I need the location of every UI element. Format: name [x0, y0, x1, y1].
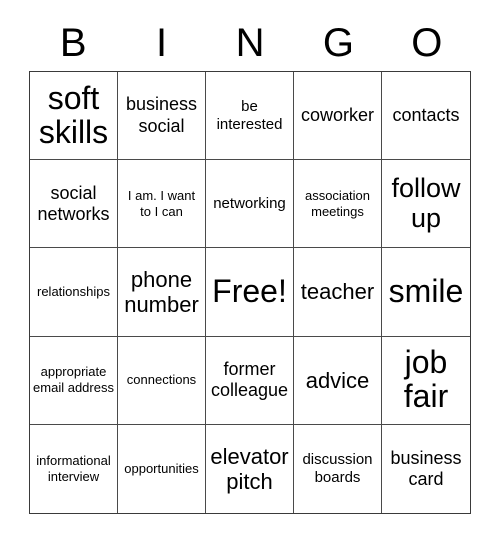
bingo-cell-r3c1[interactable]: relationships — [30, 248, 118, 337]
bingo-cell-r2c1[interactable]: social networks — [30, 160, 118, 249]
bingo-free-label: Free! — [212, 273, 287, 310]
bingo-cell-label: informational interview — [36, 453, 111, 484]
bingo-cell-label: association meetings — [304, 187, 371, 219]
bingo-cell-label: be interested — [216, 97, 283, 133]
bingo-header-letter-i: I — [156, 20, 168, 65]
bingo-header-letter-b: B — [59, 20, 87, 65]
bingo-cell-r4c5[interactable]: job fair — [382, 336, 470, 425]
bingo-cell-r2c2[interactable]: I am. I want to I can — [118, 160, 206, 249]
bingo-cell-r4c4[interactable]: advice — [294, 336, 382, 425]
bingo-cell-label: discussion boards — [302, 450, 373, 486]
bingo-cell-r3c2[interactable]: phone number — [118, 248, 206, 337]
bingo-cell-r4c1[interactable]: appropriate email address — [30, 336, 118, 425]
bingo-cell-r2c5[interactable]: follow up — [382, 160, 470, 249]
bingo-cell-label: I am. I want to I can — [127, 187, 196, 219]
bingo-cell-label: coworker — [300, 104, 375, 125]
bingo-card: B I N G O soft skills business social be… — [0, 0, 500, 544]
bingo-cell-label: social networks — [37, 182, 110, 224]
bingo-cell-r1c2[interactable]: business social — [118, 72, 206, 161]
bingo-cell-r5c4[interactable]: discussion boards — [294, 424, 382, 513]
bingo-cell-label: smile — [388, 273, 464, 310]
bingo-header-letter-o: O — [411, 20, 443, 65]
bingo-cell-label: appropriate email address — [33, 364, 114, 396]
bingo-cell-r5c2[interactable]: opportunities — [118, 424, 206, 513]
bingo-cell-label: soft skills — [38, 79, 109, 150]
bingo-cell-free-space[interactable]: Free! — [206, 248, 294, 337]
bingo-cell-label: business card — [390, 447, 462, 489]
bingo-cell-label: former colleague — [210, 358, 289, 401]
bingo-cell-r5c3[interactable]: elevator pitch — [206, 424, 294, 513]
bingo-cell-label: elevator pitch — [210, 443, 289, 494]
bingo-cell-label: advice — [305, 367, 370, 393]
bingo-cell-label: opportunities — [124, 460, 199, 476]
bingo-cell-r3c4[interactable]: teacher — [294, 248, 382, 337]
bingo-cell-label: teacher — [300, 279, 375, 305]
bingo-header-letter-n: N — [235, 20, 265, 65]
bingo-cell-r1c1[interactable]: soft skills — [30, 72, 118, 161]
bingo-cell-r2c3[interactable]: networking — [206, 160, 294, 249]
bingo-cell-r3c5[interactable]: smile — [382, 248, 470, 337]
bingo-cell-label: relationships — [37, 284, 110, 300]
bingo-cell-label: follow up — [391, 173, 461, 233]
bingo-cell-r4c2[interactable]: connections — [118, 336, 206, 425]
bingo-cell-label: contacts — [392, 104, 460, 125]
bingo-grid: soft skills business social be intereste… — [29, 71, 471, 514]
bingo-cell-r5c1[interactable]: informational interview — [30, 424, 118, 513]
bingo-cell-r2c4[interactable]: association meetings — [294, 160, 382, 249]
bingo-cell-label: business social — [125, 94, 198, 136]
bingo-cell-r1c3[interactable]: be interested — [206, 72, 294, 161]
bingo-cell-label: networking — [213, 194, 286, 212]
bingo-cell-r1c4[interactable]: coworker — [294, 72, 382, 161]
bingo-cell-r4c3[interactable]: former colleague — [206, 336, 294, 425]
bingo-cell-label: job fair — [403, 344, 449, 415]
bingo-cell-r1c5[interactable]: contacts — [382, 72, 470, 161]
bingo-header-row: B I N G O — [29, 14, 471, 71]
bingo-cell-r5c5[interactable]: business card — [382, 424, 470, 513]
bingo-cell-label: phone number — [124, 266, 199, 317]
bingo-header-letter-g: G — [322, 20, 354, 65]
bingo-cell-label: connections — [126, 372, 197, 388]
